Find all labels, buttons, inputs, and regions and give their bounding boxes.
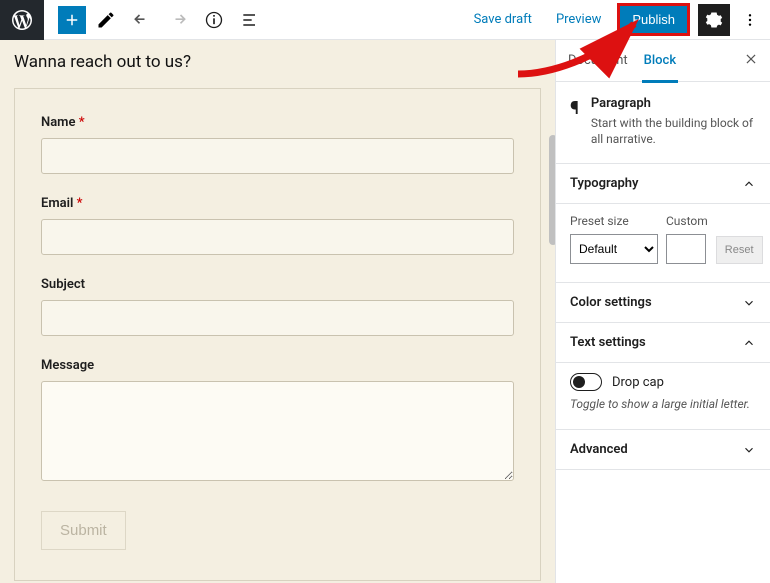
chevron-up-icon	[742, 177, 756, 191]
page-heading[interactable]: Wanna reach out to us?	[14, 52, 541, 72]
sidebar-tabs: Document Block	[556, 40, 770, 82]
panel-typography-body: Preset size Default Custom Reset	[556, 204, 770, 283]
undo-icon	[132, 10, 152, 30]
input-name[interactable]	[41, 138, 514, 174]
panel-text-body: Drop cap Toggle to show a large initial …	[556, 363, 770, 430]
preview-link[interactable]: Preview	[548, 6, 609, 33]
gear-icon	[705, 11, 723, 29]
settings-button[interactable]	[698, 4, 730, 36]
save-draft-link[interactable]: Save draft	[466, 6, 540, 33]
dropcap-help-text: Toggle to show a large initial letter.	[570, 397, 756, 411]
settings-sidebar: Document Block ¶ Paragraph Start with th…	[555, 40, 770, 583]
sidebar-close-button[interactable]	[744, 50, 758, 71]
dropcap-toggle[interactable]	[570, 373, 602, 391]
required-marker: *	[77, 196, 83, 211]
contact-form-block[interactable]: Name * Email * Subject Message Submit	[14, 88, 541, 581]
redo-icon	[168, 10, 188, 30]
more-menu-button[interactable]	[738, 4, 762, 36]
submit-button[interactable]: Submit	[41, 511, 126, 550]
info-icon	[204, 10, 224, 30]
editor-canvas[interactable]: Wanna reach out to us? Name * Email * Su…	[0, 40, 555, 583]
field-label-email: Email *	[41, 196, 514, 211]
preset-size-select[interactable]: Default	[570, 234, 658, 264]
custom-size-input[interactable]	[666, 234, 706, 264]
field-label-name: Name *	[41, 115, 514, 130]
panel-color-toggle[interactable]: Color settings	[556, 283, 770, 323]
chevron-up-icon	[742, 336, 756, 350]
preset-size-label: Preset size	[570, 214, 658, 228]
toolbar-left-group	[44, 2, 266, 38]
input-email[interactable]	[41, 219, 514, 255]
undo-button[interactable]	[126, 2, 158, 38]
outline-button[interactable]	[234, 2, 266, 38]
wordpress-icon	[10, 8, 34, 32]
block-info-desc: Start with the building block of all nar…	[591, 115, 756, 147]
plus-icon	[63, 11, 81, 29]
custom-size-label: Custom	[666, 214, 708, 228]
paragraph-icon: ¶	[570, 98, 579, 147]
publish-button[interactable]: Publish	[617, 3, 690, 36]
info-button[interactable]	[198, 2, 230, 38]
field-label-message: Message	[41, 358, 514, 373]
input-subject[interactable]	[41, 300, 514, 336]
chevron-down-icon	[742, 296, 756, 310]
top-toolbar: Save draft Preview Publish	[0, 0, 770, 40]
field-label-subject: Subject	[41, 277, 514, 292]
block-info: ¶ Paragraph Start with the building bloc…	[556, 82, 770, 164]
input-message[interactable]	[41, 381, 514, 481]
tab-block[interactable]: Block	[644, 40, 676, 82]
panel-typography-toggle[interactable]: Typography	[556, 164, 770, 204]
close-icon	[744, 52, 758, 66]
ellipsis-vertical-icon	[742, 10, 758, 30]
add-block-button[interactable]	[58, 6, 86, 34]
required-marker: *	[79, 115, 85, 130]
block-info-title: Paragraph	[591, 96, 756, 111]
panel-advanced-toggle[interactable]: Advanced	[556, 430, 770, 470]
wp-logo-button[interactable]	[0, 0, 44, 40]
dropcap-label: Drop cap	[612, 375, 664, 390]
edit-mode-button[interactable]	[90, 2, 122, 38]
redo-button[interactable]	[162, 2, 194, 38]
canvas-scrollbar[interactable]	[549, 135, 555, 245]
toolbar-right-group: Save draft Preview Publish	[466, 3, 770, 36]
tab-document[interactable]: Document	[568, 40, 628, 82]
pencil-icon	[96, 10, 116, 30]
typography-reset-button[interactable]: Reset	[716, 236, 763, 264]
panel-text-toggle[interactable]: Text settings	[556, 323, 770, 363]
main-layout: Wanna reach out to us? Name * Email * Su…	[0, 40, 770, 583]
chevron-down-icon	[742, 443, 756, 457]
outline-icon	[240, 10, 260, 30]
